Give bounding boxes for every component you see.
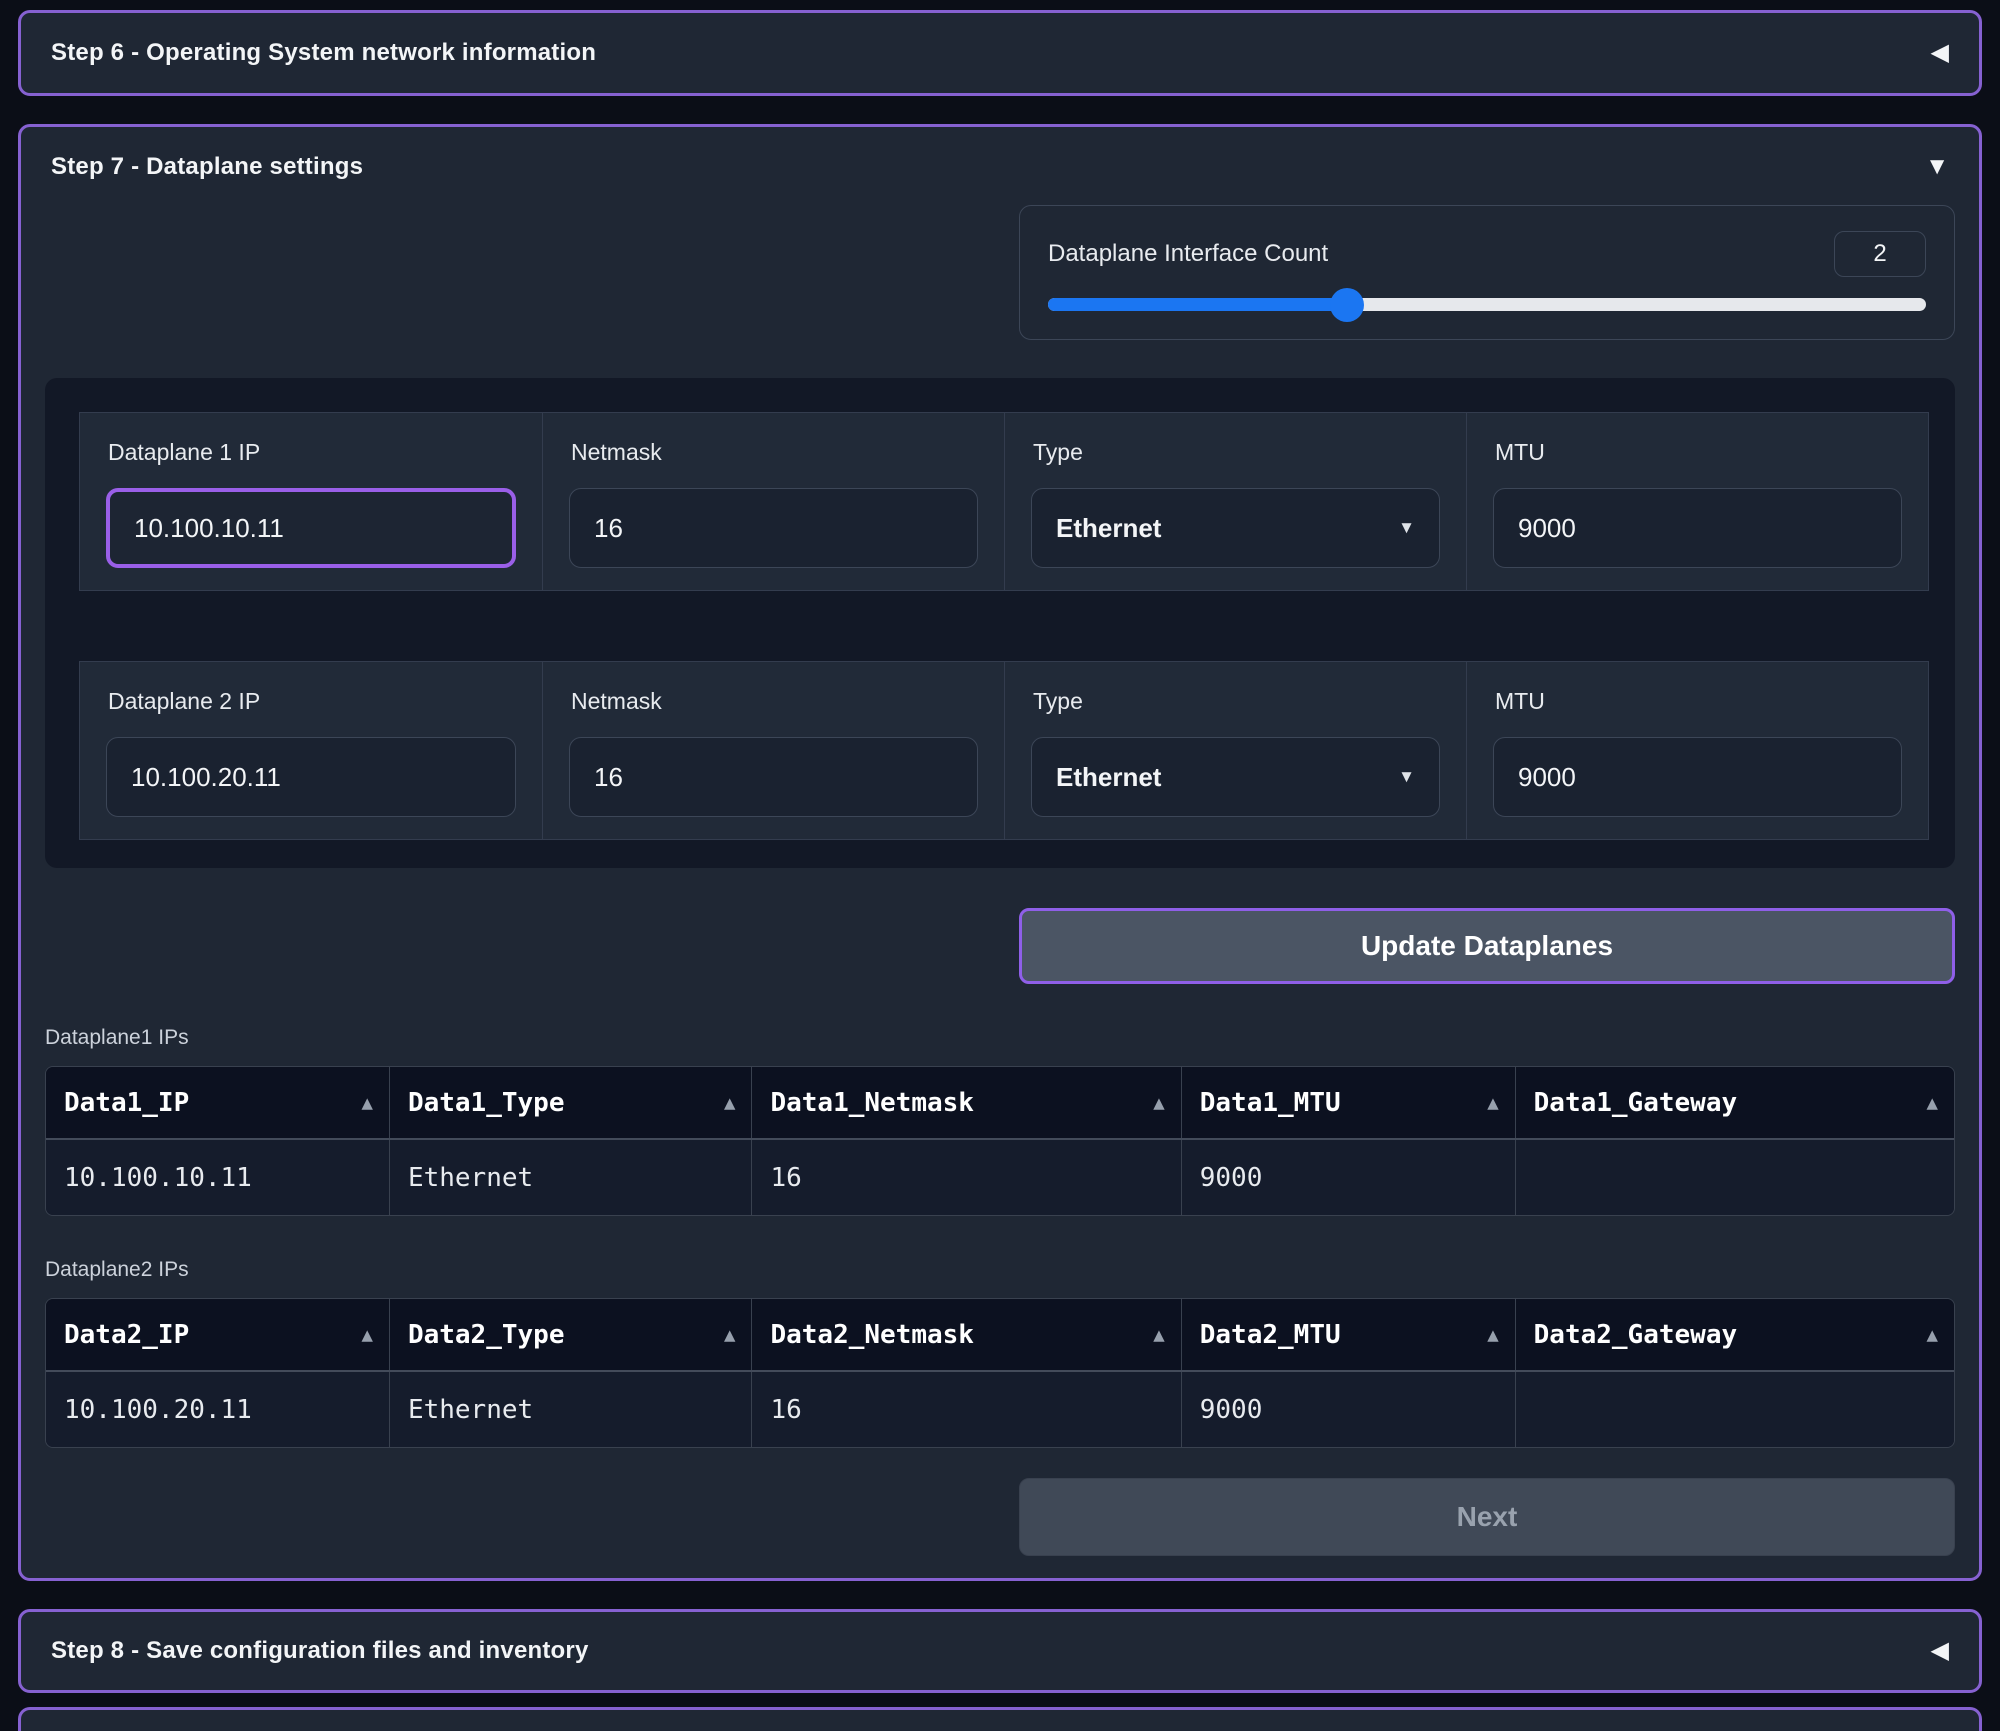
slider-track[interactable] xyxy=(1048,298,1926,311)
column-header[interactable]: Data2_Gateway▲ xyxy=(1515,1299,1954,1371)
dataplane-interface-count-block: Dataplane Interface Count xyxy=(1019,205,1955,340)
accordion-step6: Step 6 - Operating System network inform… xyxy=(18,10,1982,96)
dataplane1-type-field: Type Ethernet ▼ xyxy=(1004,413,1466,590)
accordion-step6-header[interactable]: Step 6 - Operating System network inform… xyxy=(21,13,1979,93)
accordion-step7-header[interactable]: Step 7 - Dataplane settings ▼ xyxy=(45,127,1955,187)
accordion-step7: Step 7 - Dataplane settings ▼ Dataplane … xyxy=(18,124,1982,1581)
sort-ascending-icon: ▲ xyxy=(1487,1324,1498,1346)
slider-fill xyxy=(1048,298,1347,311)
dataplane2-type-select[interactable]: Ethernet ▼ xyxy=(1031,737,1440,817)
sort-ascending-icon: ▲ xyxy=(724,1324,735,1346)
dataplane2-mtu-input[interactable] xyxy=(1493,737,1902,817)
update-dataplanes-button[interactable]: Update Dataplanes xyxy=(1019,908,1955,984)
sort-ascending-icon: ▲ xyxy=(1153,1324,1164,1346)
dataplane1-mtu-input[interactable] xyxy=(1493,488,1902,568)
column-header[interactable]: Data1_Gateway▲ xyxy=(1515,1067,1954,1139)
dataplane-forms-panel: Dataplane 1 IP Netmask Type Ethernet ▼ M… xyxy=(45,378,1955,868)
next-accordion-peek xyxy=(18,1707,1982,1731)
dataplane2-ip-field: Dataplane 2 IP xyxy=(80,662,542,839)
dataplane2-type-label: Type xyxy=(1033,688,1440,715)
table-cell[interactable] xyxy=(1515,1139,1954,1215)
collapsed-arrow-icon: ◀ xyxy=(1931,1639,1949,1663)
dataplane2-mtu-field: MTU xyxy=(1466,662,1928,839)
sort-ascending-icon: ▲ xyxy=(1927,1092,1938,1114)
column-header[interactable]: Data2_Type▲ xyxy=(389,1299,752,1371)
table-cell[interactable]: 16 xyxy=(752,1139,1181,1215)
dataplane1-ip-label: Dataplane 1 IP xyxy=(108,439,516,466)
dataplane1-ip-input[interactable] xyxy=(106,488,516,568)
accordion-step8-title: Step 8 - Save configuration files and in… xyxy=(51,1637,589,1665)
collapsed-arrow-icon: ◀ xyxy=(1931,41,1949,65)
sort-ascending-icon: ▲ xyxy=(1927,1324,1938,1346)
dataplane2-mtu-label: MTU xyxy=(1495,688,1902,715)
column-header[interactable]: Data2_IP▲ xyxy=(46,1299,389,1371)
dataplane1-type-label: Type xyxy=(1033,439,1440,466)
sort-ascending-icon: ▲ xyxy=(361,1324,372,1346)
dataplane1-form-row: Dataplane 1 IP Netmask Type Ethernet ▼ M… xyxy=(79,412,1929,591)
dataplane1-mtu-label: MTU xyxy=(1495,439,1902,466)
table-cell[interactable]: 9000 xyxy=(1181,1371,1515,1447)
slider-thumb[interactable] xyxy=(1330,288,1364,322)
sort-ascending-icon: ▲ xyxy=(361,1092,372,1114)
accordion-step7-title: Step 7 - Dataplane settings xyxy=(51,153,363,181)
column-header[interactable]: Data1_IP▲ xyxy=(46,1067,389,1139)
table-row: 10.100.20.11 Ethernet 16 9000 xyxy=(46,1371,1954,1447)
dataplane1-netmask-field: Netmask xyxy=(542,413,1004,590)
dataplane2-ip-input[interactable] xyxy=(106,737,516,817)
sort-ascending-icon: ▲ xyxy=(1487,1092,1498,1114)
column-header[interactable]: Data1_Type▲ xyxy=(389,1067,752,1139)
dataplane1-type-select[interactable]: Ethernet ▼ xyxy=(1031,488,1440,568)
accordion-step6-title: Step 6 - Operating System network inform… xyxy=(51,39,596,67)
table-cell[interactable]: 16 xyxy=(752,1371,1181,1447)
dataplane1-netmask-label: Netmask xyxy=(571,439,978,466)
accordion-step8: Step 8 - Save configuration files and in… xyxy=(18,1609,1982,1693)
dataplane2-ip-label: Dataplane 2 IP xyxy=(108,688,516,715)
table-cell[interactable] xyxy=(1515,1371,1954,1447)
table-cell[interactable]: 10.100.20.11 xyxy=(46,1371,389,1447)
dataplane2-table: Data2_IP▲ Data2_Type▲ Data2_Netmask▲ Dat… xyxy=(45,1298,1955,1448)
expanded-arrow-icon: ▼ xyxy=(1925,155,1949,179)
dataplane2-type-value: Ethernet xyxy=(1056,762,1161,793)
column-header[interactable]: Data2_MTU▲ xyxy=(1181,1299,1515,1371)
dataplane1-netmask-input[interactable] xyxy=(569,488,978,568)
column-header[interactable]: Data1_MTU▲ xyxy=(1181,1067,1515,1139)
dataplane1-table-caption: Dataplane1 IPs xyxy=(45,1026,1955,1050)
table-header-row: Data2_IP▲ Data2_Type▲ Data2_Netmask▲ Dat… xyxy=(46,1299,1954,1371)
dataplane1-mtu-field: MTU xyxy=(1466,413,1928,590)
table-cell[interactable]: Ethernet xyxy=(389,1139,752,1215)
next-button[interactable]: Next xyxy=(1019,1478,1955,1556)
dataplane2-netmask-field: Netmask xyxy=(542,662,1004,839)
column-header[interactable]: Data2_Netmask▲ xyxy=(752,1299,1181,1371)
chevron-down-icon: ▼ xyxy=(1398,518,1415,538)
dataplane2-form-row: Dataplane 2 IP Netmask Type Ethernet ▼ M… xyxy=(79,661,1929,840)
slider-label: Dataplane Interface Count xyxy=(1048,240,1328,268)
slider-row: Dataplane Interface Count xyxy=(45,205,1955,340)
table-cell[interactable]: 9000 xyxy=(1181,1139,1515,1215)
dataplane2-netmask-input[interactable] xyxy=(569,737,978,817)
dataplane1-type-value: Ethernet xyxy=(1056,513,1161,544)
table-row: 10.100.10.11 Ethernet 16 9000 xyxy=(46,1139,1954,1215)
dataplane2-netmask-label: Netmask xyxy=(571,688,978,715)
dataplane2-type-field: Type Ethernet ▼ xyxy=(1004,662,1466,839)
table-cell[interactable]: 10.100.10.11 xyxy=(46,1139,389,1215)
table-header-row: Data1_IP▲ Data1_Type▲ Data1_Netmask▲ Dat… xyxy=(46,1067,1954,1139)
dataplane1-ip-field: Dataplane 1 IP xyxy=(80,413,542,590)
dataplane1-table: Data1_IP▲ Data1_Type▲ Data1_Netmask▲ Dat… xyxy=(45,1066,1955,1216)
column-header[interactable]: Data1_Netmask▲ xyxy=(752,1067,1181,1139)
dataplane2-table-caption: Dataplane2 IPs xyxy=(45,1258,1955,1282)
accordion-step8-header[interactable]: Step 8 - Save configuration files and in… xyxy=(21,1612,1979,1690)
sort-ascending-icon: ▲ xyxy=(724,1092,735,1114)
sort-ascending-icon: ▲ xyxy=(1153,1092,1164,1114)
slider-value-input[interactable] xyxy=(1834,231,1926,277)
chevron-down-icon: ▼ xyxy=(1398,767,1415,787)
table-cell[interactable]: Ethernet xyxy=(389,1371,752,1447)
